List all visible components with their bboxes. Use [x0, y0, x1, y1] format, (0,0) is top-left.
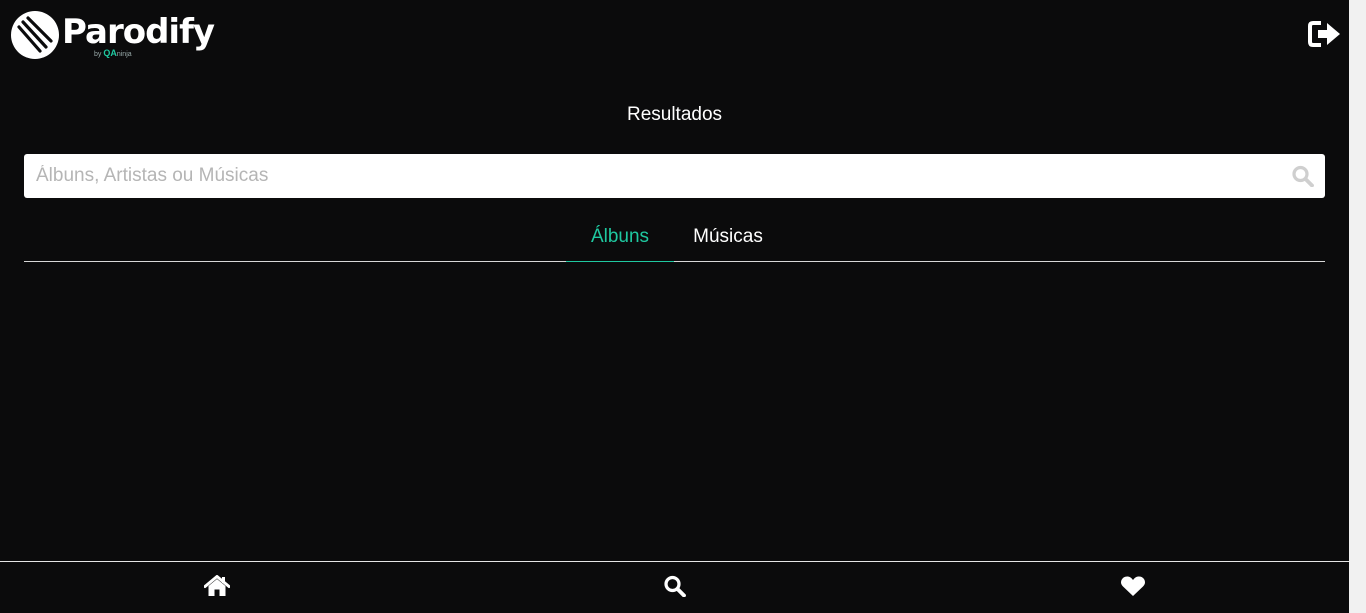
result-tabs: Álbuns Músicas	[24, 212, 1325, 262]
page-title: Resultados	[626, 104, 723, 125]
brand-logo[interactable]: Parodify by QAninja	[10, 8, 215, 64]
tab-albums[interactable]: Álbuns	[566, 212, 674, 262]
search-icon[interactable]	[1291, 165, 1315, 187]
brand-byline: by QAninja	[94, 48, 132, 58]
home-icon[interactable]	[204, 575, 230, 597]
brand-by-text: by	[94, 51, 102, 58]
nav-search-icon[interactable]	[662, 575, 688, 597]
brand-partner-rest: ninja	[116, 51, 132, 58]
app-window: Parodify by QAninja Resultados Álbuns Mú…	[0, 0, 1349, 613]
bottom-nav	[0, 561, 1349, 613]
search-input[interactable]	[24, 154, 1274, 198]
sign-out-icon[interactable]	[1308, 20, 1342, 48]
brand-name: Parodify	[62, 12, 215, 52]
scrollbar[interactable]	[1349, 0, 1366, 613]
parodify-logo-icon	[11, 11, 59, 59]
heart-icon[interactable]	[1120, 575, 1146, 597]
search-box	[24, 154, 1325, 198]
brand-partner-text: QA	[103, 48, 117, 58]
tab-musicas[interactable]: Músicas	[674, 212, 782, 261]
